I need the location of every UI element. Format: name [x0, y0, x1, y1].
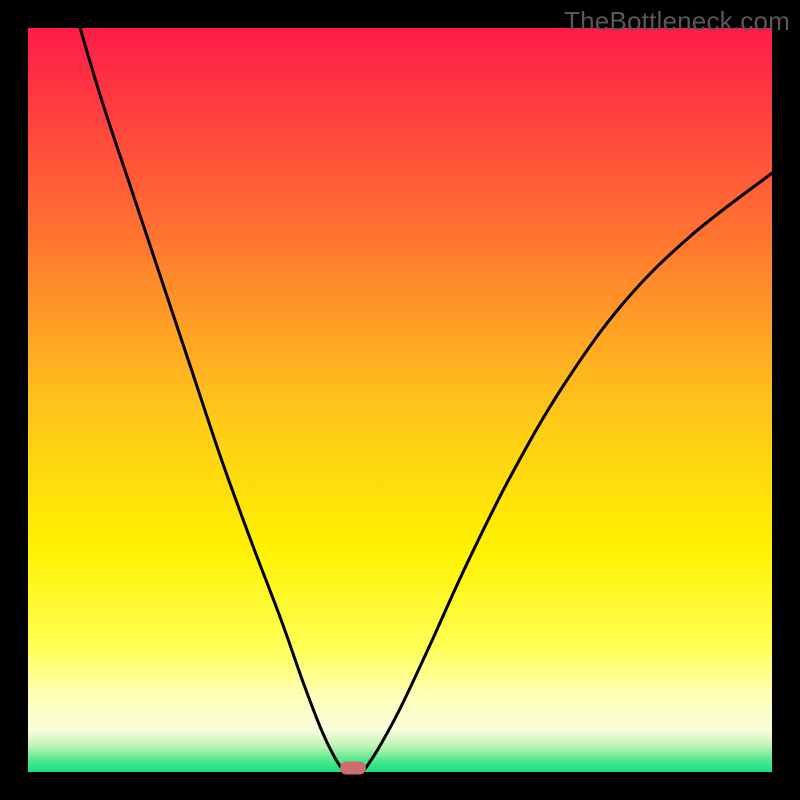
- curve-right-branch: [363, 173, 772, 772]
- optimal-point-marker: [340, 762, 366, 775]
- watermark-text: TheBottleneck.com: [564, 6, 790, 37]
- bottleneck-curve: [28, 28, 772, 772]
- chart-frame: [28, 28, 772, 772]
- curve-left-branch: [80, 28, 344, 772]
